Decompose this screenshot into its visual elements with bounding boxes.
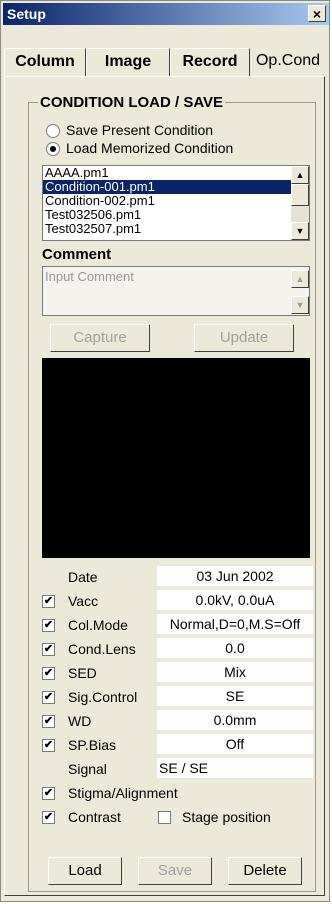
load-button[interactable]: Load xyxy=(48,857,122,885)
tab-column[interactable]: Column xyxy=(4,48,86,76)
wd-value: 0.0mm xyxy=(157,710,313,730)
title-bar[interactable]: Setup × xyxy=(3,3,329,25)
image-preview xyxy=(42,358,310,558)
window-title: Setup xyxy=(7,6,46,22)
list-item-selected[interactable]: Condition-001.pm1 xyxy=(43,180,309,194)
sed-checkbox[interactable]: ✔ xyxy=(42,667,55,680)
sp-bias-label[interactable]: SP.Bias xyxy=(68,737,116,753)
col-mode-checkbox[interactable]: ✔ xyxy=(42,619,55,632)
scroll-thumb[interactable] xyxy=(291,184,309,206)
save-button[interactable]: Save xyxy=(138,857,212,885)
load-memorized-label[interactable]: Load Memorized Condition xyxy=(66,140,233,156)
condition-group-title: CONDITION LOAD / SAVE xyxy=(38,94,226,111)
list-item[interactable]: AAAA.pm1 xyxy=(43,166,309,180)
comment-input[interactable]: Input Comment ▲ ▼ xyxy=(42,266,310,316)
date-value: 03 Jun 2002 xyxy=(157,566,313,586)
sig-control-label[interactable]: Sig.Control xyxy=(68,689,137,705)
contrast-checkbox[interactable]: ✔ xyxy=(42,811,55,824)
stigma-alignment-checkbox[interactable]: ✔ xyxy=(42,787,55,800)
cond-lens-label[interactable]: Cond.Lens xyxy=(68,641,136,657)
cond-lens-value: 0.0 xyxy=(157,638,313,658)
save-present-label[interactable]: Save Present Condition xyxy=(66,122,213,138)
cond-lens-checkbox[interactable]: ✔ xyxy=(42,643,55,656)
tab-record[interactable]: Record xyxy=(170,48,250,76)
col-mode-label[interactable]: Col.Mode xyxy=(68,617,128,633)
condition-file-list[interactable]: AAAA.pm1 Condition-001.pm1 Condition-002… xyxy=(42,165,310,241)
stage-position-label[interactable]: Stage position xyxy=(182,809,271,825)
capture-button[interactable]: Capture xyxy=(50,324,150,352)
col-mode-value: Normal,D=0,M.S=Off xyxy=(157,614,313,634)
save-present-radio[interactable] xyxy=(46,124,60,138)
vacc-checkbox[interactable]: ✔ xyxy=(42,595,55,608)
tab-op-cond[interactable]: Op.Cond xyxy=(250,48,326,76)
list-item[interactable]: Condition-002.pm1 xyxy=(43,194,309,208)
comment-scroll-down-icon[interactable]: ▼ xyxy=(291,296,309,314)
signal-value: SE / SE xyxy=(157,758,313,778)
sp-bias-checkbox[interactable]: ✔ xyxy=(42,739,55,752)
sed-label[interactable]: SED xyxy=(68,665,97,681)
delete-button[interactable]: Delete xyxy=(228,857,302,885)
comment-placeholder: Input Comment xyxy=(45,269,134,284)
tab-image[interactable]: Image xyxy=(86,48,170,76)
comment-scroll-up-icon[interactable]: ▲ xyxy=(291,270,309,288)
list-item[interactable]: Test032507.pm1 xyxy=(43,222,309,236)
scroll-up-icon[interactable]: ▲ xyxy=(291,166,309,184)
load-memorized-radio[interactable] xyxy=(46,142,60,156)
update-button[interactable]: Update xyxy=(194,324,294,352)
sig-control-value: SE xyxy=(157,686,313,706)
scroll-down-icon[interactable]: ▼ xyxy=(291,222,309,240)
wd-checkbox[interactable]: ✔ xyxy=(42,715,55,728)
contrast-label[interactable]: Contrast xyxy=(68,809,121,825)
list-item[interactable]: Test032506.pm1 xyxy=(43,208,309,222)
sp-bias-value: Off xyxy=(157,734,313,754)
sed-value: Mix xyxy=(157,662,313,682)
close-button[interactable]: × xyxy=(308,5,326,22)
signal-label: Signal xyxy=(68,761,107,777)
vacc-value: 0.0kV, 0.0uA xyxy=(157,590,313,610)
stage-position-checkbox[interactable] xyxy=(158,811,171,824)
stigma-alignment-label[interactable]: Stigma/Alignment xyxy=(68,785,178,801)
list-scrollbar[interactable]: ▲ ▼ xyxy=(291,166,309,240)
wd-label[interactable]: WD xyxy=(68,713,91,729)
sig-control-checkbox[interactable]: ✔ xyxy=(42,691,55,704)
vacc-label[interactable]: Vacc xyxy=(68,593,98,609)
comment-label: Comment xyxy=(42,246,112,263)
date-label: Date xyxy=(68,569,98,585)
